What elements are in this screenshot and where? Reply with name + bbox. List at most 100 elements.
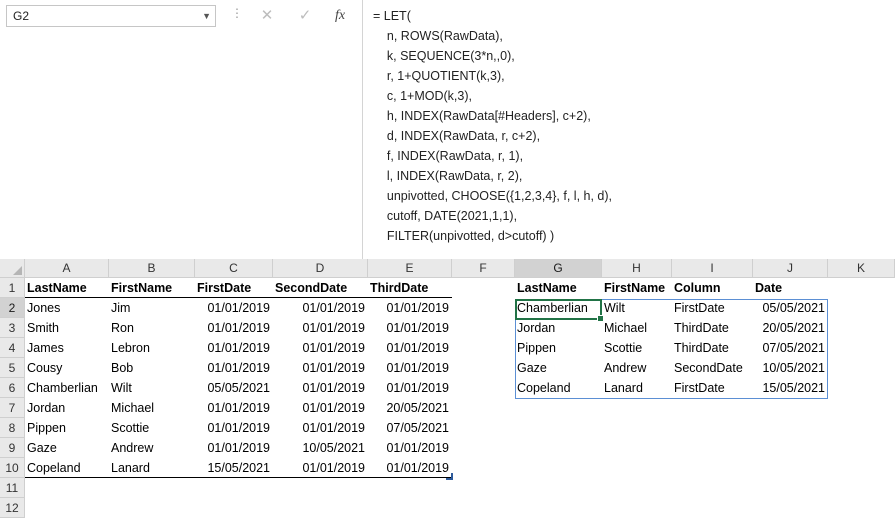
table-cell[interactable]: Andrew — [109, 438, 195, 458]
row-header-7[interactable]: 7 — [0, 398, 25, 418]
row-header-12[interactable]: 12 — [0, 498, 25, 518]
table-header-cell[interactable]: LastName — [25, 278, 109, 298]
result-cell[interactable]: Chamberlian — [515, 298, 602, 318]
table-resize-handle[interactable] — [446, 473, 453, 480]
table-cell[interactable]: 01/01/2019 — [195, 318, 273, 338]
result-cell[interactable]: Copeland — [515, 378, 602, 398]
result-cell[interactable]: FirstDate — [672, 298, 753, 318]
table-cell[interactable]: 01/01/2019 — [368, 318, 452, 338]
chevron-down-icon[interactable]: ▼ — [202, 6, 211, 26]
table-cell[interactable]: 01/01/2019 — [273, 358, 368, 378]
column-header-b[interactable]: B — [109, 259, 195, 278]
enter-icon[interactable]: ✓ — [290, 5, 320, 27]
result-header-cell[interactable]: Column — [672, 278, 753, 298]
table-cell[interactable]: 01/01/2019 — [368, 438, 452, 458]
result-cell[interactable]: 07/05/2021 — [753, 338, 828, 358]
column-header-d[interactable]: D — [273, 259, 368, 278]
table-header-cell[interactable]: FirstName — [109, 278, 195, 298]
result-cell[interactable]: Gaze — [515, 358, 602, 378]
table-cell[interactable]: Jordan — [25, 398, 109, 418]
table-cell[interactable]: 15/05/2021 — [195, 458, 273, 478]
result-cell[interactable]: FirstDate — [672, 378, 753, 398]
result-cell[interactable]: Andrew — [602, 358, 672, 378]
column-header-a[interactable]: A — [25, 259, 109, 278]
table-cell[interactable]: 01/01/2019 — [273, 318, 368, 338]
result-cell[interactable]: Pippen — [515, 338, 602, 358]
result-cell[interactable]: ThirdDate — [672, 338, 753, 358]
column-header-k[interactable]: K — [828, 259, 895, 278]
cancel-icon[interactable]: ✕ — [252, 5, 282, 27]
table-cell[interactable]: 10/05/2021 — [273, 438, 368, 458]
table-cell[interactable]: Chamberlian — [25, 378, 109, 398]
table-cell[interactable]: Bob — [109, 358, 195, 378]
row-header-4[interactable]: 4 — [0, 338, 25, 358]
table-cell[interactable]: Scottie — [109, 418, 195, 438]
table-cell[interactable]: Copeland — [25, 458, 109, 478]
table-header-cell[interactable]: ThirdDate — [368, 278, 452, 298]
result-cell[interactable]: 05/05/2021 — [753, 298, 828, 318]
table-cell[interactable]: Lanard — [109, 458, 195, 478]
table-cell[interactable]: Wilt — [109, 378, 195, 398]
column-header-j[interactable]: J — [753, 259, 828, 278]
table-cell[interactable]: 01/01/2019 — [195, 298, 273, 318]
column-header-f[interactable]: F — [452, 259, 515, 278]
result-cell[interactable]: 10/05/2021 — [753, 358, 828, 378]
table-cell[interactable]: 01/01/2019 — [368, 458, 452, 478]
table-cell[interactable]: Jim — [109, 298, 195, 318]
column-header-c[interactable]: C — [195, 259, 273, 278]
table-cell[interactable]: 01/01/2019 — [195, 438, 273, 458]
row-header-1[interactable]: 1 — [0, 278, 25, 298]
table-header-cell[interactable]: SecondDate — [273, 278, 368, 298]
table-cell[interactable]: Smith — [25, 318, 109, 338]
result-cell[interactable]: Wilt — [602, 298, 672, 318]
table-cell[interactable]: 01/01/2019 — [273, 378, 368, 398]
table-cell[interactable]: 01/01/2019 — [273, 398, 368, 418]
table-cell[interactable]: 05/05/2021 — [195, 378, 273, 398]
result-cell[interactable]: Scottie — [602, 338, 672, 358]
table-cell[interactable]: 01/01/2019 — [273, 338, 368, 358]
formula-input[interactable]: = LET( n, ROWS(RawData), k, SEQUENCE(3*n… — [362, 0, 895, 259]
table-cell[interactable]: 01/01/2019 — [195, 358, 273, 378]
result-header-cell[interactable]: LastName — [515, 278, 602, 298]
table-cell[interactable]: 01/01/2019 — [368, 298, 452, 318]
table-cell[interactable]: 07/05/2021 — [368, 418, 452, 438]
table-cell[interactable]: 01/01/2019 — [273, 298, 368, 318]
table-cell[interactable]: 01/01/2019 — [368, 378, 452, 398]
table-cell[interactable]: Michael — [109, 398, 195, 418]
result-cell[interactable]: ThirdDate — [672, 318, 753, 338]
result-header-cell[interactable]: Date — [753, 278, 828, 298]
column-header-g[interactable]: G — [515, 259, 602, 278]
table-cell[interactable]: 01/01/2019 — [195, 398, 273, 418]
result-cell[interactable]: Jordan — [515, 318, 602, 338]
result-cell[interactable]: Michael — [602, 318, 672, 338]
row-header-9[interactable]: 9 — [0, 438, 25, 458]
table-cell[interactable]: Gaze — [25, 438, 109, 458]
row-header-8[interactable]: 8 — [0, 418, 25, 438]
select-all-corner[interactable] — [0, 259, 25, 278]
table-cell[interactable]: James — [25, 338, 109, 358]
table-cell[interactable]: Pippen — [25, 418, 109, 438]
spreadsheet-grid[interactable]: ABCDEFGHIJK 1 2 3 4 5 6 7 8 9 10 11 12 LastName Firs… — [0, 259, 895, 520]
column-header-e[interactable]: E — [368, 259, 452, 278]
row-header-6[interactable]: 6 — [0, 378, 25, 398]
table-cell[interactable]: Lebron — [109, 338, 195, 358]
column-header-h[interactable]: H — [602, 259, 672, 278]
table-cell[interactable]: 01/01/2019 — [368, 358, 452, 378]
table-cell[interactable]: 01/01/2019 — [273, 418, 368, 438]
name-box[interactable]: G2 ▼ — [6, 5, 216, 27]
result-cell[interactable]: 20/05/2021 — [753, 318, 828, 338]
table-header-cell[interactable]: FirstDate — [195, 278, 273, 298]
result-cell[interactable]: 15/05/2021 — [753, 378, 828, 398]
column-header-i[interactable]: I — [672, 259, 753, 278]
insert-function-icon[interactable]: fx — [325, 5, 355, 27]
table-cell[interactable]: 01/01/2019 — [195, 418, 273, 438]
table-cell[interactable]: Jones — [25, 298, 109, 318]
row-header-11[interactable]: 11 — [0, 478, 25, 498]
table-cell[interactable]: 01/01/2019 — [195, 338, 273, 358]
result-cell[interactable]: SecondDate — [672, 358, 753, 378]
more-options-icon[interactable]: ⋮ — [231, 6, 243, 20]
table-cell[interactable]: 01/01/2019 — [368, 338, 452, 358]
table-cell[interactable]: 20/05/2021 — [368, 398, 452, 418]
table-cell[interactable]: Ron — [109, 318, 195, 338]
result-cell[interactable]: Lanard — [602, 378, 672, 398]
